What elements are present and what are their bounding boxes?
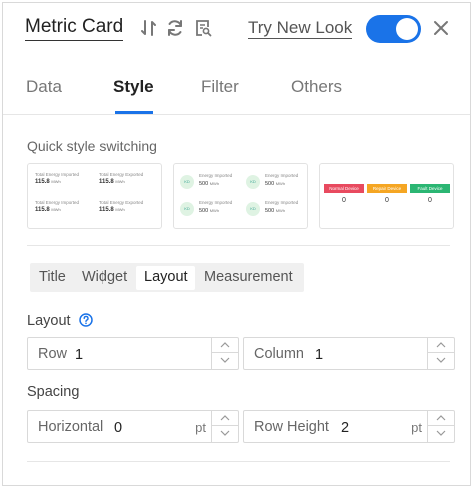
active-tab-indicator — [115, 111, 153, 114]
settings-panel: Metric Card Try New Look Data Style Filt… — [2, 2, 471, 486]
horizontal-input-label: Horizontal — [38, 419, 104, 435]
preview-metric: KD Energy Imported 500 MWh — [180, 200, 242, 220]
refresh-icon[interactable] — [165, 18, 185, 38]
horizontal-spacing-input[interactable]: Horizontal 0 pt — [27, 410, 239, 443]
decrement-button[interactable] — [428, 426, 454, 441]
segment-title[interactable]: Title — [39, 269, 66, 285]
column-input-value[interactable]: 1 — [315, 347, 323, 363]
tab-filter[interactable]: Filter — [201, 77, 239, 97]
status-count: 0 — [342, 197, 346, 204]
widget-title[interactable]: Metric Card — [25, 15, 124, 41]
try-new-look-link[interactable]: Try New Look — [248, 18, 353, 39]
section-divider — [27, 245, 450, 246]
new-look-toggle[interactable] — [366, 15, 421, 43]
help-icon[interactable] — [78, 313, 93, 331]
segment-widget[interactable]: Widget — [82, 269, 127, 285]
tab-data[interactable]: Data — [26, 77, 62, 97]
status-count: 0 — [428, 197, 432, 204]
decrement-button[interactable] — [428, 353, 454, 368]
horizontal-input-value[interactable]: 0 — [114, 420, 122, 436]
preview-metric: Total Energy Exported 115.8 MWh — [99, 200, 144, 213]
style-segment-control: Title Widget Layout Measurement — [30, 263, 304, 292]
preview-metric: KD Energy Imported 500 MWh — [246, 173, 308, 193]
spacing-label: Spacing — [27, 384, 80, 400]
column-input-label: Column — [254, 346, 304, 362]
close-icon[interactable] — [431, 18, 451, 38]
preview-metric: Total Energy Imported 115.8 MWh — [35, 172, 80, 185]
row-input-value[interactable]: 1 — [75, 347, 83, 363]
increment-button[interactable] — [428, 338, 454, 353]
tab-style[interactable]: Style — [113, 77, 154, 97]
panel-header: Metric Card Try New Look — [3, 3, 470, 53]
preview-icon[interactable] — [193, 18, 213, 38]
row-input[interactable]: Row 1 — [27, 337, 239, 370]
metric-icon: KD — [246, 175, 260, 189]
unit-label: pt — [195, 420, 206, 435]
decrement-button[interactable] — [212, 426, 238, 441]
preview-metric: Total Energy Imported 115.8 MWh — [35, 200, 80, 213]
unit-label: pt — [411, 420, 422, 435]
increment-button[interactable] — [212, 411, 238, 426]
quick-style-option-3[interactable]: Normal Device Repair Device Fault Device… — [319, 163, 454, 229]
segment-layout[interactable]: Layout — [144, 269, 188, 285]
increment-button[interactable] — [212, 338, 238, 353]
column-input[interactable]: Column 1 — [243, 337, 455, 370]
metric-icon: KD — [180, 202, 194, 216]
quick-style-option-2[interactable]: KD Energy Imported 500 MWh KD Energy Imp… — [173, 163, 308, 229]
preview-metric: KD Energy Imported 500 MWh — [246, 200, 308, 220]
tab-others[interactable]: Others — [291, 77, 342, 97]
decrement-button[interactable] — [212, 353, 238, 368]
section-divider — [27, 461, 450, 462]
quick-style-option-1[interactable]: Total Energy Imported 115.8 MWh Total En… — [27, 163, 162, 229]
column-stepper — [427, 338, 454, 369]
status-count: 0 — [385, 197, 389, 204]
row-height-stepper — [427, 411, 454, 442]
segment-measurement[interactable]: Measurement — [204, 269, 293, 285]
main-tabs: Data Style Filter Others — [3, 63, 470, 115]
row-input-label: Row — [38, 346, 68, 362]
layout-label: Layout — [27, 313, 93, 331]
preview-metric: Total Energy Exported 115.8 MWh — [99, 172, 144, 185]
row-stepper — [211, 338, 238, 369]
status-bar-normal: Normal Device — [324, 184, 364, 193]
row-height-input-label: Row Height — [254, 419, 329, 435]
status-bar-fault: Fault Device — [410, 184, 450, 193]
row-height-input[interactable]: Row Height 2 pt — [243, 410, 455, 443]
sort-icon[interactable] — [139, 18, 159, 38]
increment-button[interactable] — [428, 411, 454, 426]
row-height-input-value[interactable]: 2 — [341, 420, 349, 436]
quick-style-label: Quick style switching — [27, 138, 157, 154]
preview-metric: KD Energy Imported 500 MWh — [180, 173, 242, 193]
metric-icon: KD — [180, 175, 194, 189]
status-bar-repair: Repair Device — [367, 184, 407, 193]
toggle-knob — [396, 18, 418, 40]
horizontal-stepper — [211, 411, 238, 442]
metric-icon: KD — [246, 202, 260, 216]
